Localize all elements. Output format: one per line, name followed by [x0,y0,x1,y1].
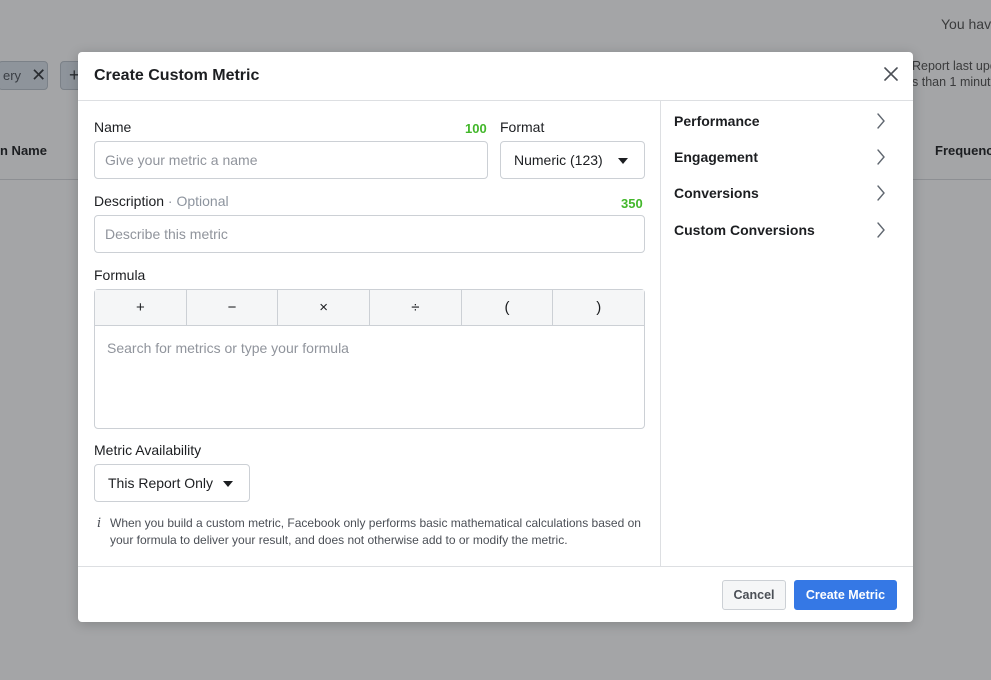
report-status: Report last upd s than 1 minute [912,58,991,90]
operator-divide-button[interactable]: ÷ [370,290,462,325]
cancel-button[interactable]: Cancel [722,580,786,610]
column-header-frequency: Frequency [935,143,991,158]
info-note-text: When you build a custom metric, Facebook… [110,516,641,547]
name-char-counter: 100 [465,121,487,136]
name-label: Name [94,119,132,135]
category-label: Performance [674,113,760,129]
format-label: Format [500,119,545,135]
column-header-name: n Name [0,143,47,158]
formula-label: Formula [94,267,146,283]
info-icon: i [97,516,102,531]
description-label-text: Description [94,193,165,209]
report-status-line: s than 1 minute [912,75,991,89]
report-status-line: Report last upd [912,59,991,73]
description-char-counter: 350 [621,196,643,211]
category-label: Engagement [674,149,759,165]
category-engagement[interactable]: Engagement [674,145,886,169]
category-label: Custom Conversions [674,222,815,238]
chevron-right-icon [877,113,885,129]
availability-label: Metric Availability [94,442,202,458]
operator-multiply-button[interactable]: × [278,290,371,325]
metric-form: Name 100 Give your metric a name Format … [78,101,661,566]
description-input-placeholder: Describe this metric [105,226,228,242]
category-conversions[interactable]: Conversions [674,181,886,205]
filter-chip-label: ery [3,68,22,83]
info-note: i When you build a custom metric, Facebo… [94,515,654,549]
dialog-footer: Cancel Create Metric [78,566,913,622]
create-custom-metric-dialog: Create Custom Metric Name 100 Give your … [78,52,913,622]
operator-plus-button[interactable]: + [95,290,187,325]
formula-input[interactable]: Search for metrics or type your formula [95,326,644,428]
chevron-right-icon [877,185,885,201]
availability-selected-value: This Report Only [108,475,214,491]
caret-down-icon [223,481,233,487]
metric-category-list: Performance Engagement Conversions Custo… [662,101,913,566]
caret-down-icon [618,158,628,164]
name-input[interactable]: Give your metric a name [94,141,488,179]
dialog-body: Name 100 Give your metric a name Format … [78,101,913,566]
format-selected-value: Numeric (123) [514,152,603,168]
category-custom-conversions[interactable]: Custom Conversions [674,218,886,242]
dialog-header: Create Custom Metric [78,52,913,101]
chevron-right-icon [877,149,885,165]
formula-editor: + − × ÷ ( ) Search for metrics or type y… [94,289,645,429]
operator-minus-button[interactable]: − [187,290,279,325]
category-performance[interactable]: Performance [674,109,886,133]
dialog-title: Create Custom Metric [94,67,260,84]
description-input[interactable]: Describe this metric [94,215,645,253]
operator-toolbar: + − × ÷ ( ) [95,290,644,326]
operator-close-paren-button[interactable]: ) [553,290,644,325]
create-metric-button[interactable]: Create Metric [794,580,897,610]
category-label: Conversions [674,185,759,201]
header-account-text: You have [941,16,991,32]
name-input-placeholder: Give your metric a name [105,152,258,168]
description-label: Description · Optional [94,193,229,209]
chevron-right-icon [877,222,885,238]
optional-hint: · Optional [167,193,229,209]
formula-input-placeholder: Search for metrics or type your formula [107,340,349,356]
close-icon[interactable] [881,64,901,84]
filter-chip[interactable]: ery ✕ [0,61,48,90]
close-icon[interactable]: ✕ [31,65,46,86]
format-select[interactable]: Numeric (123) [500,141,645,179]
operator-open-paren-button[interactable]: ( [462,290,554,325]
availability-select[interactable]: This Report Only [94,464,250,502]
